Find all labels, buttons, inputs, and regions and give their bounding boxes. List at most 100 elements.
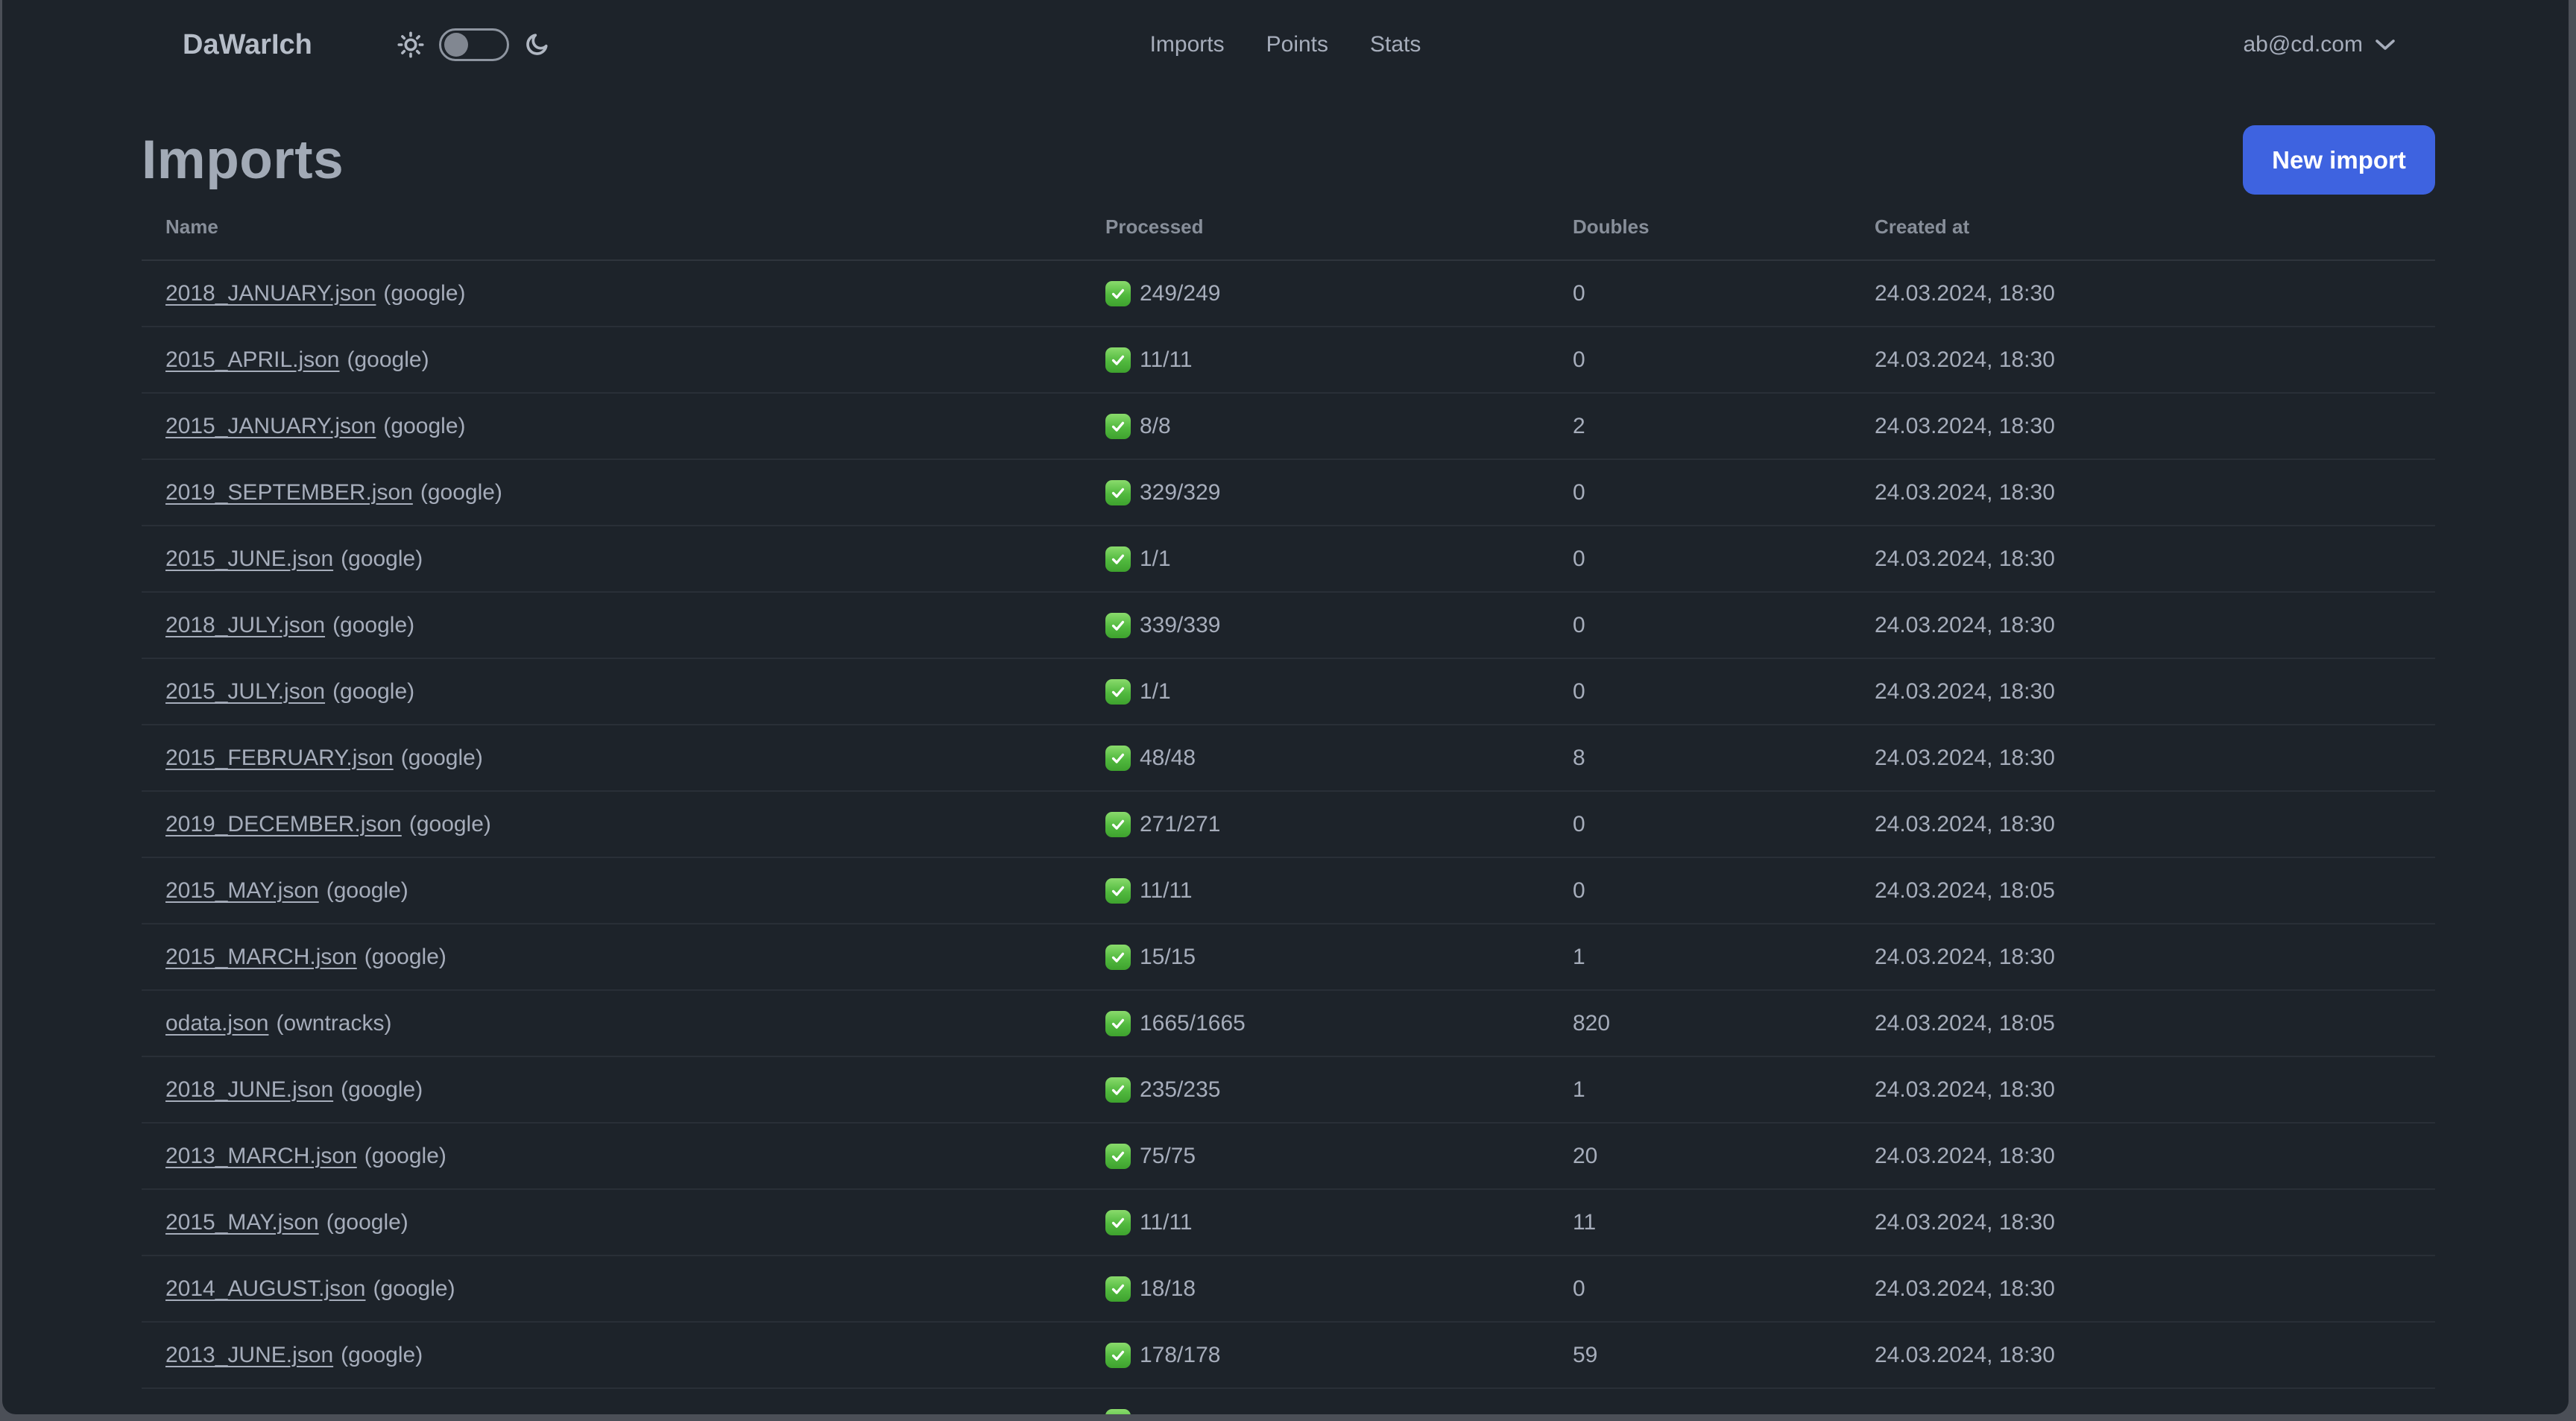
- column-header-created-at: Created at: [1875, 215, 1970, 238]
- page-title: Imports: [142, 130, 344, 190]
- doubles-count: 11: [1573, 1209, 1597, 1235]
- processed-count: 18/18: [1140, 1276, 1196, 1301]
- import-source-label: (google): [364, 944, 446, 969]
- import-source-label: (google): [408, 811, 491, 836]
- table-row: 2015_MAY.json (google) 11/11 11 24.03.202…: [142, 1190, 2435, 1256]
- doubles-count: 0: [1573, 546, 1585, 571]
- doubles-count: 1: [1573, 1077, 1585, 1102]
- processed-count: 75/75: [1140, 1143, 1196, 1168]
- created-at: 24.03.2024, 18:30: [1875, 811, 2055, 836]
- user-menu[interactable]: ab@cd.com: [2243, 32, 2396, 57]
- import-file-link[interactable]: 2013_MARCH.json: [165, 1144, 357, 1168]
- nav-item-points[interactable]: Points: [1266, 32, 1328, 57]
- import-source-label: (google): [373, 1276, 455, 1301]
- created-at: 24.03.2024, 18:30: [1875, 1143, 2055, 1168]
- doubles-count: 8: [1573, 745, 1585, 770]
- name-cell: 2018_JANUARY.json (google): [142, 281, 1105, 306]
- check-emoji-icon: [1105, 1209, 1131, 1235]
- import-source-label: (google): [383, 413, 466, 438]
- imports-page: Imports New import Name Processed Double…: [2, 125, 2569, 1414]
- processed-cell: 339/339: [1105, 612, 1573, 638]
- name-cell: 2015_JANUARY.json (google): [142, 414, 1105, 439]
- processed-cell: 18/18: [1105, 1276, 1573, 1302]
- import-file-link[interactable]: 2015_JULY.json: [165, 679, 325, 704]
- new-import-button[interactable]: New import: [2243, 125, 2435, 195]
- import-file-link[interactable]: 2015_JUNE.json: [165, 546, 333, 571]
- table-row: 2015_MARCH.json (google) 15/15 1 24.03.20…: [142, 924, 2435, 991]
- processed-count: 48/48: [1140, 745, 1196, 770]
- check-emoji-icon: [1105, 280, 1131, 306]
- processed-count: 271/271: [1140, 811, 1221, 836]
- created-at: 24.03.2024, 18:05: [1875, 878, 2055, 903]
- import-file-link[interactable]: odata.json: [165, 1011, 268, 1036]
- import-file-link[interactable]: 2015_FEBRUARY.json: [165, 746, 394, 770]
- processed-count: 15/15: [1140, 944, 1196, 969]
- created-at: 24.03.2024, 18:30: [1875, 1276, 2055, 1301]
- theme-toggle-knob[interactable]: [443, 33, 468, 57]
- processed-count: 339/339: [1140, 612, 1221, 637]
- import-file-link[interactable]: 2019_DECEMBER.json: [165, 812, 402, 836]
- check-emoji-icon: [1105, 878, 1131, 904]
- processed-cell: 235/235: [1105, 1077, 1573, 1103]
- imports-table: Name Processed Doubles Created at 2018_J…: [142, 195, 2435, 1414]
- table-body: 2018_JANUARY.json (google) 249/249 0 24.0…: [142, 261, 2435, 1414]
- moon-icon: [524, 32, 549, 57]
- doubles-count: 1: [1573, 944, 1585, 969]
- import-source-label: (google): [341, 1077, 423, 1102]
- check-emoji-icon: [1105, 1010, 1131, 1036]
- processed-cell: 75/75: [1105, 1143, 1573, 1169]
- table-row: 2018_JANUARY.json (google) 249/249 0 24.0…: [142, 261, 2435, 327]
- theme-toggle[interactable]: [438, 28, 509, 61]
- check-emoji-icon: [1105, 612, 1131, 638]
- processed-count: 178/178: [1140, 1342, 1221, 1367]
- table-row: [142, 1389, 2435, 1414]
- import-file-link[interactable]: 2015_APRIL.json: [165, 347, 340, 372]
- import-file-link[interactable]: 2015_JANUARY.json: [165, 414, 376, 438]
- import-source-label: (google): [332, 612, 415, 637]
- browser-viewport: DaWarIch Imports Points Stats ab@cd.com …: [2, 0, 2569, 1414]
- import-file-link[interactable]: 2015_MAY.json: [165, 878, 319, 903]
- created-at: 24.03.2024, 18:05: [1875, 1010, 2055, 1036]
- import-file-link[interactable]: 2013_JUNE.json: [165, 1343, 333, 1367]
- import-file-link[interactable]: 2015_MAY.json: [165, 1210, 319, 1235]
- import-source-label: (owntracks): [276, 1010, 392, 1036]
- app-logo[interactable]: DaWarIch: [183, 29, 312, 61]
- nav-item-stats[interactable]: Stats: [1370, 32, 1421, 57]
- name-cell: 2019_SEPTEMBER.json (google): [142, 480, 1105, 505]
- check-emoji-icon: [1105, 678, 1131, 705]
- check-emoji-icon: [1105, 413, 1131, 439]
- table-row: 2015_JANUARY.json (google) 8/8 2 24.03.20…: [142, 394, 2435, 460]
- navbar: DaWarIch Imports Points Stats ab@cd.com: [2, 0, 2569, 89]
- nav-item-imports[interactable]: Imports: [1150, 32, 1225, 57]
- doubles-count: 0: [1573, 811, 1585, 836]
- name-cell: 2015_APRIL.json (google): [142, 347, 1105, 373]
- import-source-label: (google): [326, 878, 408, 903]
- created-at: 24.03.2024, 18:30: [1875, 1077, 2055, 1102]
- processed-cell: 1/1: [1105, 678, 1573, 705]
- import-file-link[interactable]: 2014_AUGUST.json: [165, 1276, 365, 1301]
- check-emoji-icon: [1105, 944, 1131, 970]
- import-source-label: (google): [332, 678, 415, 704]
- created-at: 24.03.2024, 18:30: [1875, 280, 2055, 306]
- import-file-link[interactable]: 2015_MARCH.json: [165, 945, 357, 969]
- name-cell: 2015_MAY.json (google): [142, 1210, 1105, 1235]
- processed-cell: 249/249: [1105, 280, 1573, 306]
- sun-icon: [397, 31, 424, 58]
- table-header-row: Name Processed Doubles Created at: [142, 195, 2435, 261]
- import-file-link[interactable]: 2019_SEPTEMBER.json: [165, 480, 413, 505]
- import-file-link[interactable]: 2018_JULY.json: [165, 613, 325, 637]
- created-at: 24.03.2024, 18:30: [1875, 745, 2055, 770]
- doubles-count: 2: [1573, 413, 1585, 438]
- import-file-link[interactable]: 2018_JANUARY.json: [165, 281, 376, 306]
- table-row: 2013_MARCH.json (google) 75/75 20 24.03.2…: [142, 1124, 2435, 1190]
- import-file-link[interactable]: 2018_JUNE.json: [165, 1077, 333, 1102]
- import-source-label: (google): [400, 745, 483, 770]
- import-source-label: (google): [341, 546, 423, 571]
- processed-count: 8/8: [1140, 413, 1171, 438]
- doubles-count: 0: [1573, 612, 1585, 637]
- column-header-name: Name: [165, 215, 218, 238]
- doubles-count: 20: [1573, 1143, 1598, 1168]
- processed-count: 1/1: [1140, 546, 1171, 571]
- name-cell: 2015_MARCH.json (google): [142, 945, 1105, 970]
- check-emoji-icon: [1105, 1276, 1131, 1302]
